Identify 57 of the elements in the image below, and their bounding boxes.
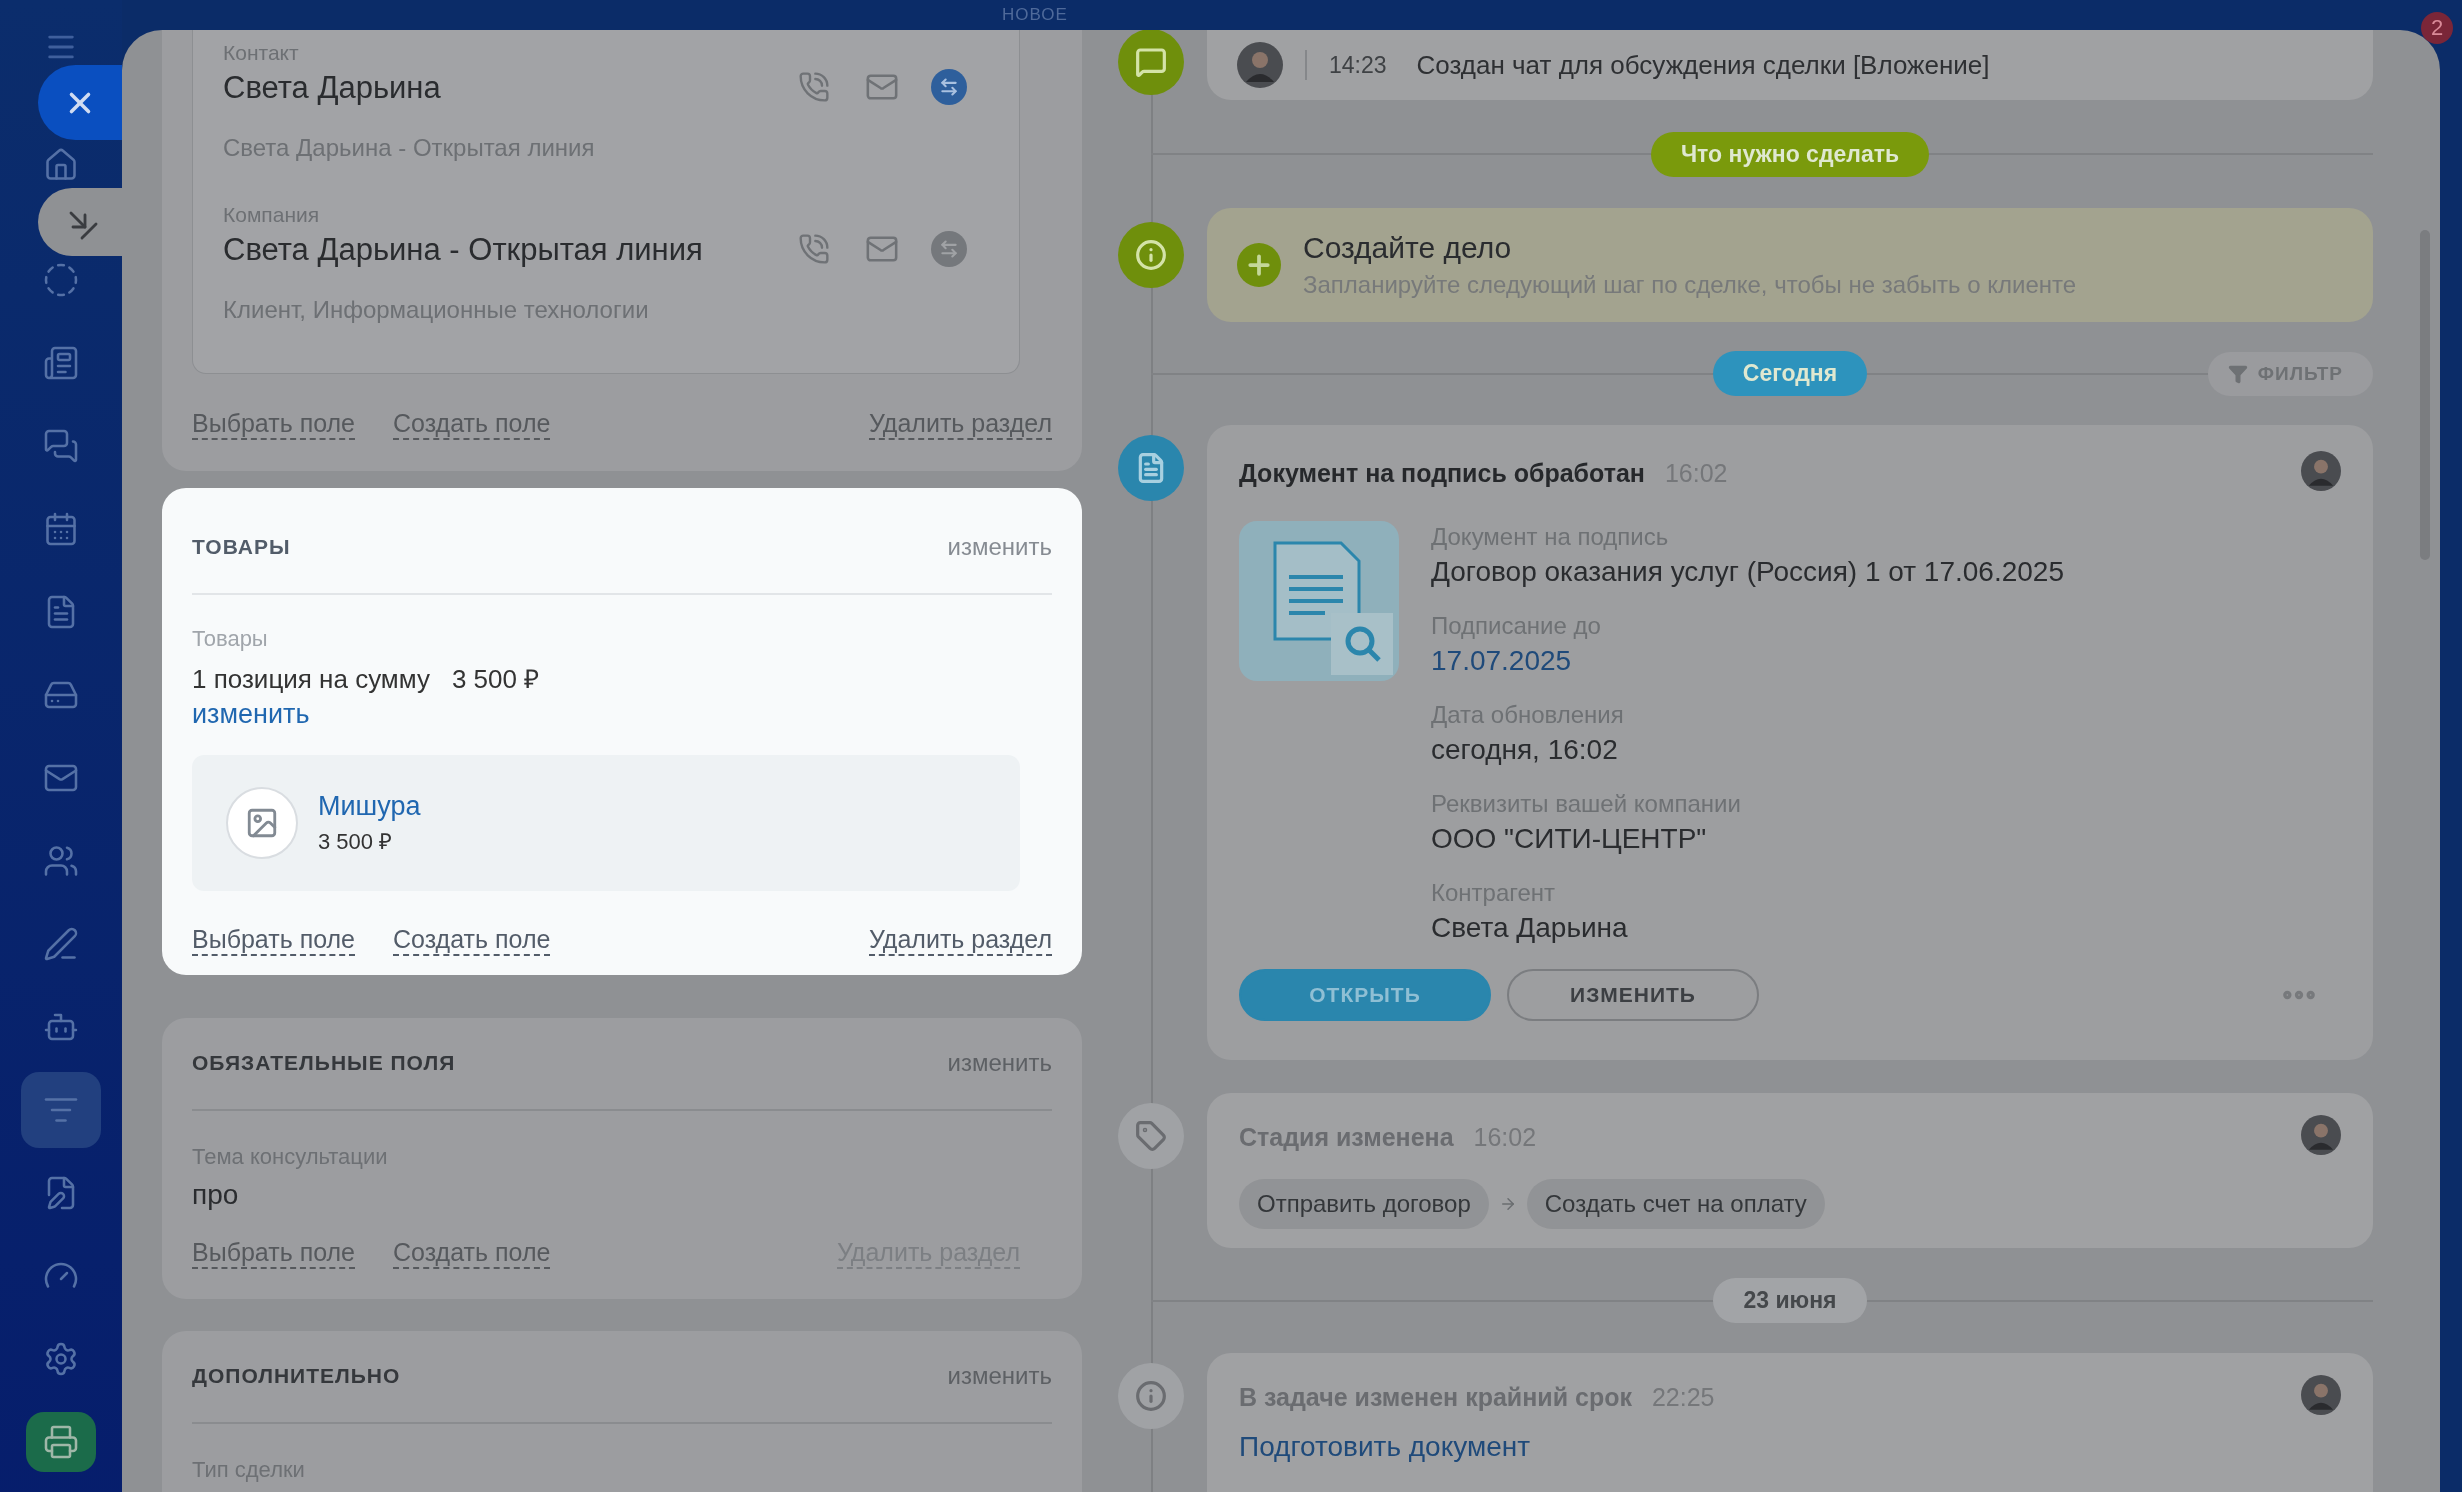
stage-chip: Создать счет на оплату bbox=[1526, 1179, 1825, 1229]
products-summary: 1 позиция на сумму bbox=[192, 663, 430, 696]
todo-title: Создайте дело bbox=[1303, 231, 1512, 265]
product-price: 3 500 ₽ bbox=[318, 828, 393, 856]
field-action-link[interactable]: Выбрать поле bbox=[192, 408, 356, 440]
date-link[interactable]: 17.07.2025 bbox=[1431, 642, 1572, 680]
field-action-link[interactable]: Создать поле bbox=[393, 408, 551, 440]
user-avatar bbox=[2301, 1375, 2341, 1415]
edit-link[interactable]: изменить bbox=[947, 532, 1052, 562]
filter-icon bbox=[2227, 363, 2248, 384]
field-action-link[interactable]: Выбрать поле bbox=[192, 1237, 356, 1269]
field-action-link[interactable]: Создать поле bbox=[393, 1237, 551, 1269]
delete-section-link[interactable]: Удалить раздел bbox=[868, 924, 1052, 956]
field-value: ООО "СИТИ-ЦЕНТР" bbox=[1431, 822, 1707, 856]
event-text: Создан чат для обсуждения сделки [Вложение] bbox=[1416, 49, 1990, 81]
field-value: Света Дарьина bbox=[1431, 911, 1628, 945]
client-name: Света Дарьина bbox=[223, 69, 441, 107]
event-time: 14:23 bbox=[1329, 51, 1387, 79]
open-button[interactable]: ОТКРЫТЬ bbox=[1239, 969, 1491, 1021]
edit-button[interactable]: ИЗМЕНИТЬ bbox=[1507, 969, 1759, 1021]
event-title: Документ на подпись обработан bbox=[1239, 458, 1645, 488]
field-label: Товары bbox=[192, 625, 268, 653]
date-divider-pill: Сегодня bbox=[1712, 351, 1868, 396]
new-label: НОВОЕ bbox=[1002, 5, 1068, 25]
task-link[interactable]: Подготовить документ bbox=[1239, 1431, 1531, 1463]
section-title: ОБЯЗАТЕЛЬНЫЕ ПОЛЯ bbox=[192, 1050, 456, 1076]
pen-icon[interactable] bbox=[43, 925, 79, 962]
plus-icon[interactable] bbox=[1237, 243, 1281, 287]
calendar-icon[interactable] bbox=[43, 510, 79, 547]
change-link[interactable]: изменить bbox=[192, 697, 310, 731]
section-title: ДОПОЛНИТЕЛЬНО bbox=[192, 1363, 401, 1389]
product-name-link[interactable]: Мишура bbox=[318, 789, 421, 823]
user-avatar bbox=[1237, 42, 1283, 88]
printer-icon[interactable] bbox=[26, 1411, 96, 1472]
field-action-link[interactable]: Создать поле bbox=[393, 924, 551, 956]
section-title: ТОВАРЫ bbox=[192, 534, 291, 560]
notification-badge: 2 bbox=[2421, 12, 2453, 44]
field-action-link[interactable]: Выбрать поле bbox=[192, 924, 356, 956]
settings-icon[interactable] bbox=[43, 1340, 79, 1377]
field-value: сегодня, 16:02 bbox=[1431, 733, 1618, 767]
delete-section-link[interactable]: Удалить раздел bbox=[868, 408, 1052, 440]
date-divider-pill: Что нужно сделать bbox=[1650, 131, 1930, 177]
newspaper-icon[interactable] bbox=[43, 344, 79, 381]
close-button[interactable] bbox=[38, 65, 122, 140]
edit-link[interactable]: изменить bbox=[947, 1048, 1052, 1078]
field-value: Договор оказания услуг (Россия) 1 от 17.06.2025 bbox=[1431, 555, 2064, 589]
user-avatar bbox=[2301, 451, 2341, 491]
products-total: 3 500 ₽ bbox=[451, 663, 540, 696]
date-divider-pill: 23 июня bbox=[1713, 1278, 1867, 1323]
document-preview-icon bbox=[1239, 521, 1399, 681]
user-avatar bbox=[2301, 1115, 2341, 1155]
filter-icon[interactable] bbox=[21, 1071, 101, 1148]
client-name: Света Дарьина - Открытая линия bbox=[223, 231, 703, 269]
stage-chip: Отправить договор bbox=[1239, 1179, 1489, 1229]
house-icon[interactable] bbox=[43, 146, 79, 183]
field-value: про bbox=[192, 1178, 239, 1212]
edit-link[interactable]: изменить bbox=[947, 1361, 1052, 1391]
